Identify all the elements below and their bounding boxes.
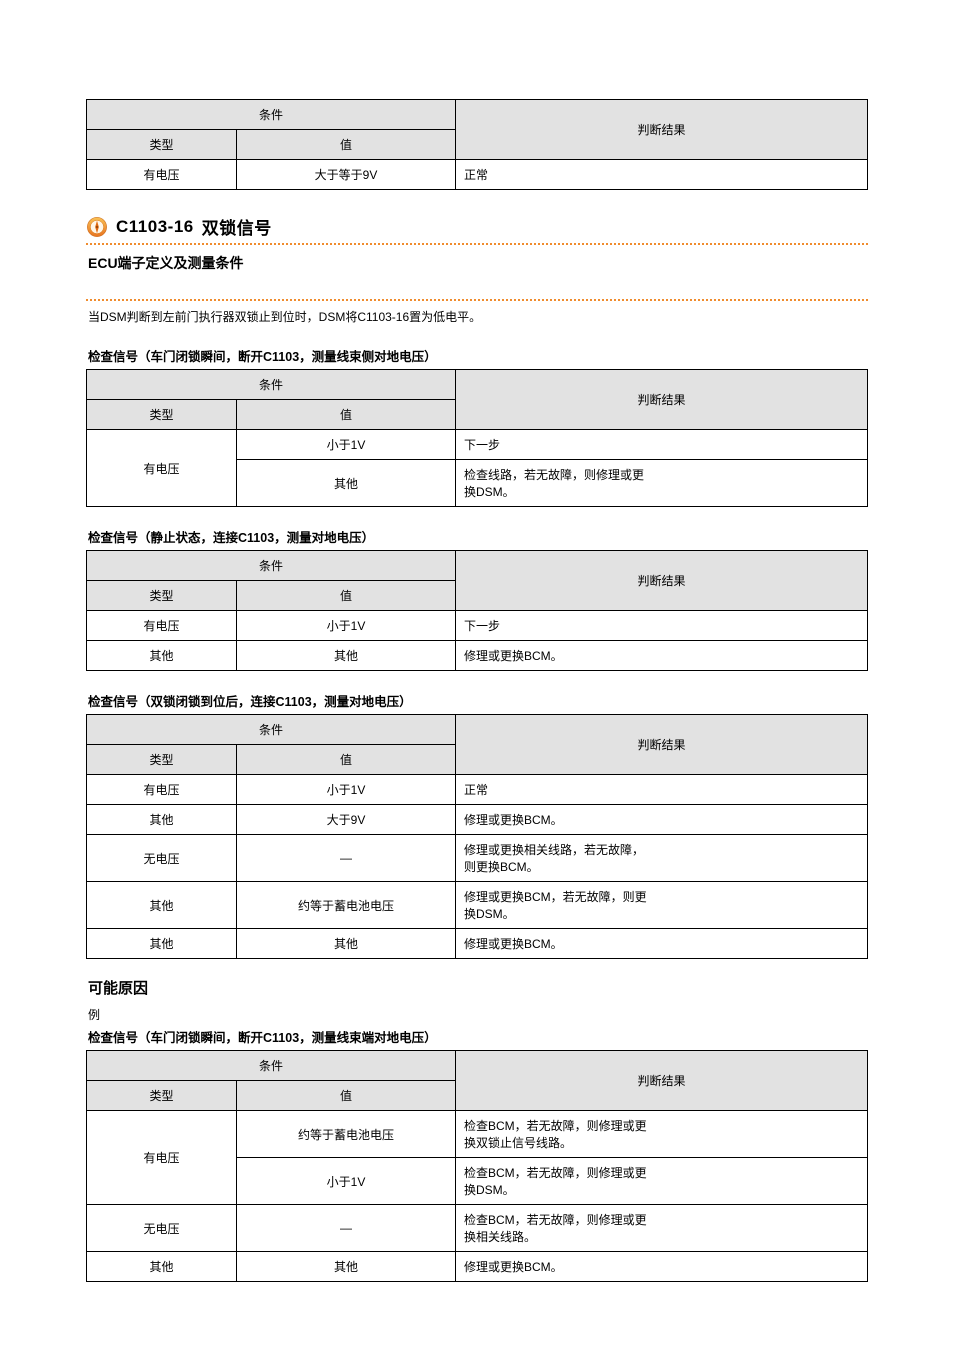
divider <box>86 299 868 301</box>
table-a: 条件 判断结果 类型 值 有电压 小于1V 下一步 其他 检查线路，若无故障，则… <box>86 369 868 507</box>
th-res: 判断结果 <box>456 370 868 430</box>
table-row: 其他 <box>87 641 237 671</box>
th-res: 判断结果 <box>456 1051 868 1111</box>
table-row: 小于1V <box>237 775 456 805</box>
table-row: 小于1V <box>237 1158 456 1205</box>
th-type: 类型 <box>87 581 237 611</box>
table-row: 有电压 <box>87 775 237 805</box>
th-res: 判断结果 <box>456 100 868 160</box>
th-type: 类型 <box>87 130 237 160</box>
table-row: 检查BCM，若无故障，则修理或更 换双锁止信号线路。 <box>456 1111 868 1158</box>
th-cond: 条件 <box>87 100 456 130</box>
table-row: 修理或更换BCM。 <box>456 641 868 671</box>
table-b: 条件 判断结果 类型 值 有电压 小于1V 下一步 其他 其他 修理或更换BCM… <box>86 550 868 671</box>
th-val: 值 <box>237 130 456 160</box>
table-row: 修理或更换相关线路，若无故障， 则更换BCM。 <box>456 835 868 882</box>
table-title: 检查信号（双锁闭锁到位后，连接C1103，测量对地电压） <box>88 691 868 710</box>
table-title: 检查信号（车门闭锁瞬间，断开C1103，测量线束端对地电压） <box>88 1027 868 1046</box>
table-row: 正常 <box>456 775 868 805</box>
th-type: 类型 <box>87 1081 237 1111</box>
table-row: 正常 <box>456 160 868 190</box>
table-row: 小于1V <box>237 430 456 460</box>
th-val: 值 <box>237 1081 456 1111</box>
table-row: 检查BCM，若无故障，则修理或更 换DSM。 <box>456 1158 868 1205</box>
table-row: 其他 <box>237 1252 456 1282</box>
table-row: 有电压 <box>87 160 237 190</box>
table-row: 约等于蓄电池电压 <box>237 882 456 929</box>
table-row: 大于等于9V <box>237 160 456 190</box>
table-row: 检查线路，若无故障，则修理或更 换DSM。 <box>456 460 868 507</box>
table-d: 条件 判断结果 类型 值 有电压 约等于蓄电池电压 检查BCM，若无故障，则修理… <box>86 1050 868 1282</box>
section-heading: C1103-16 双锁信号 <box>86 214 868 239</box>
th-cond: 条件 <box>87 715 456 745</box>
table-row: 修理或更换BCM。 <box>456 929 868 959</box>
th-type: 类型 <box>87 400 237 430</box>
th-type: 类型 <box>87 745 237 775</box>
table-row: ― <box>237 1205 456 1252</box>
table-title: 检查信号（静止状态，连接C1103，测量对地电压） <box>88 527 868 546</box>
table-row: 其他 <box>87 805 237 835</box>
table-row: 约等于蓄电池电压 <box>237 1111 456 1158</box>
table-row: 无电压 <box>87 835 237 882</box>
table-row: 其他 <box>87 1252 237 1282</box>
table-row: 下一步 <box>456 430 868 460</box>
table-title: 检查信号（车门闭锁瞬间，断开C1103，测量线束侧对地电压） <box>88 346 868 365</box>
compass-icon <box>86 216 108 238</box>
th-val: 值 <box>237 745 456 775</box>
th-val: 值 <box>237 581 456 611</box>
section-name: 双锁信号 <box>202 214 272 239</box>
table-row: 其他 <box>237 641 456 671</box>
table-row: 修理或更换BCM。 <box>456 805 868 835</box>
table-row: 小于1V <box>237 611 456 641</box>
th-res: 判断结果 <box>456 551 868 611</box>
section-id: C1103-16 <box>116 217 194 237</box>
table-row: 其他 <box>237 929 456 959</box>
table-c: 条件 判断结果 类型 值 有电压 小于1V 正常 其他 大于9V 修理或更换BC… <box>86 714 868 959</box>
subsection-title: ECU端子定义及测量条件 <box>88 253 868 273</box>
table-row: 其他 <box>87 929 237 959</box>
example-label: 例 <box>88 1006 868 1023</box>
table-row: ― <box>237 835 456 882</box>
table-row: 检查BCM，若无故障，则修理或更 换相关线路。 <box>456 1205 868 1252</box>
th-cond: 条件 <box>87 1051 456 1081</box>
table-row: 有电压 <box>87 430 237 507</box>
subsection-title: 可能原因 <box>88 977 868 998</box>
th-res: 判断结果 <box>456 715 868 775</box>
table-row: 下一步 <box>456 611 868 641</box>
divider <box>86 243 868 245</box>
th-cond: 条件 <box>87 551 456 581</box>
th-val: 值 <box>237 400 456 430</box>
table-row: 修理或更换BCM。 <box>456 1252 868 1282</box>
table-row: 修理或更换BCM，若无故障，则更 换DSM。 <box>456 882 868 929</box>
th-cond: 条件 <box>87 370 456 400</box>
table-row: 有电压 <box>87 1111 237 1205</box>
intro-text: 当DSM判断到左前门执行器双锁止到位时，DSM将C1103-16置为低电平。 <box>88 309 868 326</box>
table-row: 大于9V <box>237 805 456 835</box>
table-prev: 条件 判断结果 类型 值 有电压 大于等于9V 正常 <box>86 99 868 190</box>
table-row: 其他 <box>87 882 237 929</box>
table-row: 有电压 <box>87 611 237 641</box>
table-row: 无电压 <box>87 1205 237 1252</box>
table-row: 其他 <box>237 460 456 507</box>
